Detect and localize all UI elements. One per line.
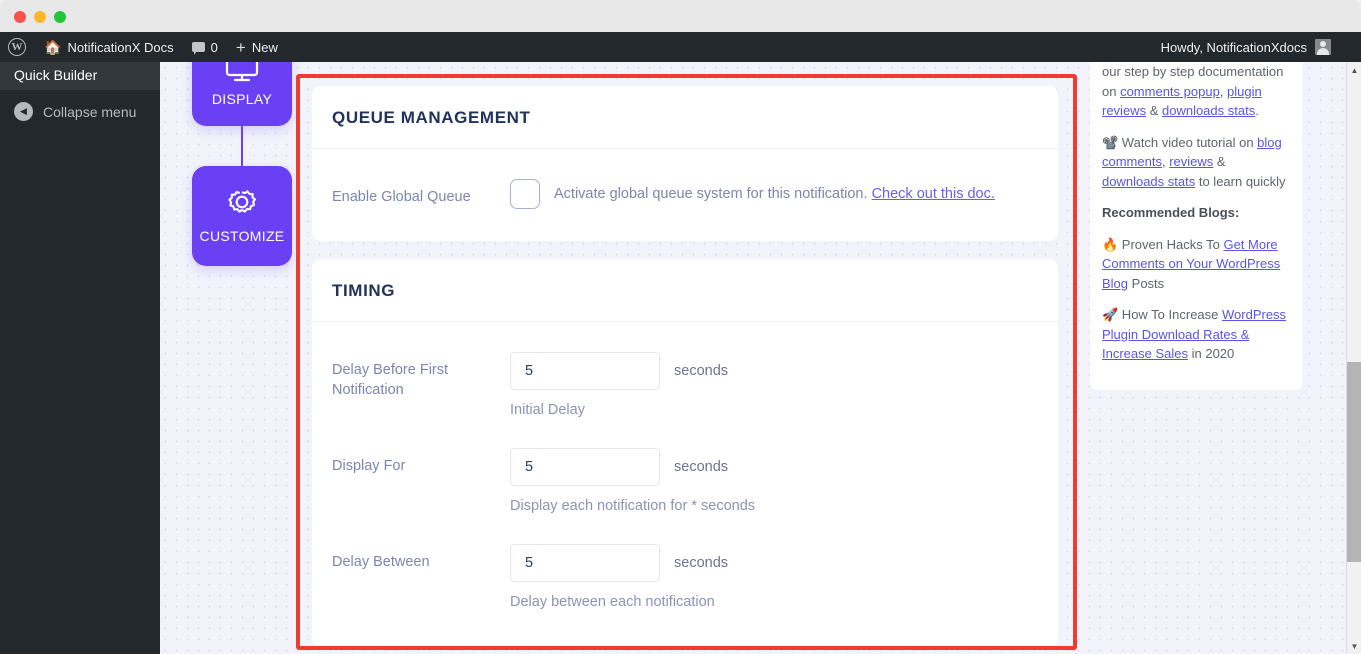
traffic-light-group bbox=[14, 11, 66, 23]
link-reviews[interactable]: reviews bbox=[1169, 154, 1213, 169]
avatar bbox=[1315, 39, 1331, 55]
link-downloads-stats[interactable]: downloads stats bbox=[1162, 103, 1255, 118]
adminbar-account-menu[interactable]: Howdy, NotificationXdocs bbox=[1161, 39, 1361, 55]
info-docs-end: . bbox=[1255, 103, 1259, 118]
field-label: Enable Global Queue bbox=[332, 189, 471, 205]
new-label: New bbox=[251, 39, 278, 55]
field-help-text: Display each notification for * seconds bbox=[510, 498, 756, 514]
collapse-menu-label: Collapse menu bbox=[43, 103, 137, 120]
help-info-widget: our step by step documentation on commen… bbox=[1090, 62, 1302, 390]
film-projector-icon: 📽️ bbox=[1102, 134, 1119, 150]
enable-global-queue-checkbox[interactable] bbox=[510, 179, 540, 209]
card-header: TIMING bbox=[312, 259, 1058, 322]
info-sep-2: & bbox=[1146, 103, 1162, 118]
link-comments-popup[interactable]: comments popup bbox=[1120, 84, 1220, 99]
unit-label: seconds bbox=[674, 363, 729, 379]
admin-sidebar-menu: Quick Builder ◀ Collapse menu bbox=[0, 62, 160, 654]
settings-column: QUEUE MANAGEMENT Enable Global Queue Act… bbox=[312, 86, 1058, 654]
field-label: Display For bbox=[332, 458, 406, 474]
comments-count: 0 bbox=[210, 39, 218, 55]
adminbar-comments[interactable]: 0 bbox=[183, 32, 227, 62]
info-heading-recommended-blogs: Recommended Blogs: bbox=[1102, 205, 1240, 220]
step-button-customize[interactable]: CUSTOMIZE bbox=[192, 166, 292, 266]
info-hacks-pre: Proven Hacks To bbox=[1118, 236, 1224, 252]
checkbox-description-text: Activate global queue system for this no… bbox=[554, 186, 872, 202]
card-body: Delay Before First Notification seconds … bbox=[312, 322, 1058, 648]
check-out-this-doc-link[interactable]: Check out this doc. bbox=[872, 186, 995, 202]
monitor-icon bbox=[225, 62, 259, 82]
unit-label: seconds bbox=[674, 555, 729, 571]
field-help-text: Initial Delay bbox=[510, 402, 585, 418]
page-scrollbar[interactable]: ▲ ▼ bbox=[1346, 62, 1361, 654]
info-increase-pre: How To Increase bbox=[1118, 307, 1222, 322]
adminbar-new-content[interactable]: + New bbox=[227, 32, 287, 62]
close-window-button[interactable] bbox=[14, 11, 26, 23]
info-sep-4: & bbox=[1213, 154, 1226, 169]
field-display-for: Display For seconds Display each notific… bbox=[332, 436, 1038, 532]
info-video-end: to learn quickly bbox=[1195, 173, 1286, 189]
field-delay-between: Delay Between seconds Delay between each… bbox=[332, 532, 1038, 628]
info-video-pre: Watch video tutorial on bbox=[1118, 134, 1258, 150]
builder-workspace: DISPLAY CUSTOMIZE QUEUE MANAGEMENT Enabl… bbox=[160, 62, 1361, 654]
home-icon: 🏠 bbox=[44, 38, 62, 55]
info-hacks-end: Posts bbox=[1128, 275, 1165, 291]
step-button-display[interactable]: DISPLAY bbox=[192, 62, 292, 126]
field-delay-before-first-notification: Delay Before First Notification seconds … bbox=[332, 340, 1038, 436]
minimize-window-button[interactable] bbox=[34, 11, 46, 23]
info-paragraph-video: 📽️ Watch video tutorial on blog comments… bbox=[1102, 133, 1290, 192]
field-control: seconds Display each notification for * … bbox=[510, 448, 1038, 520]
adminbar-wp-logo-menu[interactable]: W bbox=[0, 32, 35, 62]
field-control: Activate global queue system for this no… bbox=[510, 179, 1038, 209]
fire-icon: 🔥 bbox=[1102, 236, 1119, 252]
comment-bubble-icon bbox=[191, 42, 205, 55]
step-label-display: DISPLAY bbox=[211, 91, 273, 107]
info-sep-1: , bbox=[1219, 83, 1228, 99]
card-body: Enable Global Queue Activate global queu… bbox=[312, 149, 1058, 241]
unit-label: seconds bbox=[674, 459, 729, 475]
greeting-label: Howdy, NotificationXdocs bbox=[1160, 39, 1307, 55]
link-downloads-stats-video[interactable]: downloads stats bbox=[1102, 174, 1195, 189]
sidebar-item-label: Quick Builder bbox=[14, 67, 98, 83]
card-title: TIMING bbox=[332, 281, 396, 300]
field-help-text: Delay between each notification bbox=[510, 594, 715, 610]
step-label-customize: CUSTOMIZE bbox=[199, 228, 285, 244]
delay-between-input[interactable] bbox=[510, 544, 660, 582]
field-enable-global-queue: Enable Global Queue Activate global queu… bbox=[332, 167, 1038, 221]
wordpress-logo-icon: W bbox=[8, 38, 26, 56]
info-paragraph-increase-downloads: 🚀 How To Increase WordPress Plugin Downl… bbox=[1102, 305, 1290, 364]
delay-before-first-notification-input[interactable] bbox=[510, 352, 660, 390]
info-paragraph-docs: our step by step documentation on commen… bbox=[1102, 62, 1290, 121]
scroll-down-arrow-icon[interactable]: ▼ bbox=[1347, 638, 1361, 654]
window-titlebar bbox=[0, 0, 1361, 32]
chevron-left-icon: ◀ bbox=[14, 102, 33, 121]
rocket-icon: 🚀 bbox=[1102, 307, 1119, 322]
field-control: seconds Initial Delay bbox=[510, 352, 1038, 424]
scrollbar-thumb[interactable] bbox=[1347, 362, 1361, 562]
display-for-input[interactable] bbox=[510, 448, 660, 486]
info-paragraph-proven-hacks: 🔥 Proven Hacks To Get More Comments on Y… bbox=[1102, 235, 1290, 294]
adminbar-site-name[interactable]: 🏠 NotificationX Docs bbox=[35, 32, 183, 62]
checkbox-description: Activate global queue system for this no… bbox=[554, 186, 995, 202]
field-label: Delay Before First Notification bbox=[332, 362, 449, 398]
builder-step-rail: DISPLAY CUSTOMIZE bbox=[192, 62, 292, 266]
wordpress-admin-bar: W 🏠 NotificationX Docs 0 + New Howdy, No… bbox=[0, 32, 1361, 62]
maximize-window-button[interactable] bbox=[54, 11, 66, 23]
info-increase-end: in 2020 bbox=[1188, 346, 1235, 361]
card-title: QUEUE MANAGEMENT bbox=[332, 108, 531, 127]
scroll-up-arrow-icon[interactable]: ▲ bbox=[1347, 62, 1361, 78]
gear-icon bbox=[228, 190, 256, 213]
plus-icon: + bbox=[235, 37, 246, 57]
collapse-menu-button[interactable]: ◀ Collapse menu bbox=[0, 90, 160, 133]
site-name-label: NotificationX Docs bbox=[67, 39, 174, 55]
sidebar-item-quick-builder[interactable]: Quick Builder bbox=[0, 62, 160, 90]
card-timing: TIMING Delay Before First Notification s… bbox=[312, 259, 1058, 648]
card-queue-management: QUEUE MANAGEMENT Enable Global Queue Act… bbox=[312, 86, 1058, 241]
card-header: QUEUE MANAGEMENT bbox=[312, 86, 1058, 149]
field-label: Delay Between bbox=[332, 554, 430, 570]
step-connector-line bbox=[241, 126, 243, 166]
field-control: seconds Delay between each notification bbox=[510, 544, 1038, 616]
